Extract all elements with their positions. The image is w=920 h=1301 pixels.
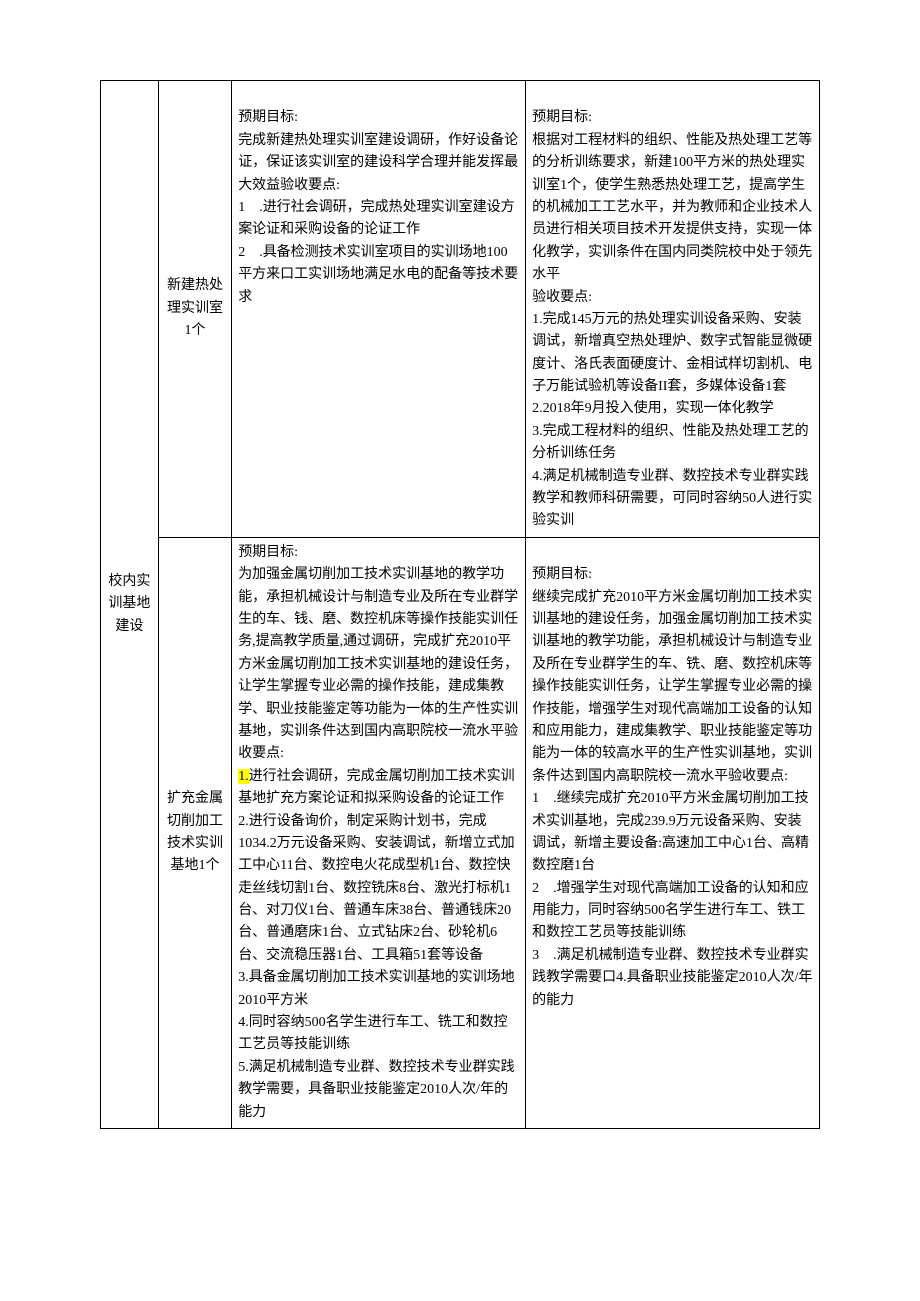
category-text: 校内实训基地建设	[108, 574, 150, 634]
table-row: 校内实训基地建设 新建热处理实训室1个 预期目标: 完成新建热处理实训室建设调研…	[101, 81, 820, 538]
content-highlight-line: 1.进行社会调研，完成金属切削加工技术实训基地扩充方案论证和拟采购设备的论证工作	[238, 766, 519, 811]
right-content-text: 预期目标: 根据对工程材料的组织、性能及热处理工艺等的分析训练要求，新建100平…	[532, 110, 812, 528]
left-content-cell: 预期目标: 完成新建热处理实训室建设调研，作好设备论证，保证该实训室的建设科学合…	[232, 81, 526, 538]
right-content-cell: 预期目标: 根据对工程材料的组织、性能及热处理工艺等的分析训练要求，新建100平…	[526, 81, 820, 538]
right-content-text: 预期目标: 继续完成扩充2010平方米金属切削加工技术实训基地的建设任务，加强金…	[532, 567, 812, 1007]
table-row: 扩充金属切削加工技术实训基地1个 预期目标: 为加强金属切削加工技术实训基地的教…	[101, 537, 820, 1128]
left-content-text: 预期目标: 完成新建热处理实训室建设调研，作好设备论证，保证该实训室的建设科学合…	[238, 110, 518, 304]
item-name-text: 扩充金属切削加工技术实训基地1个	[167, 791, 223, 873]
main-table: 校内实训基地建设 新建热处理实训室1个 预期目标: 完成新建热处理实训室建设调研…	[100, 80, 820, 1129]
item-name-text: 新建热处理实训室1个	[167, 278, 223, 338]
right-content-cell: 预期目标: 继续完成扩充2010平方米金属切削加工技术实训基地的建设任务，加强金…	[526, 537, 820, 1128]
item-name-cell: 新建热处理实训室1个	[158, 81, 231, 538]
highlighted-text: 1.	[238, 769, 249, 784]
item-name-cell: 扩充金属切削加工技术实训基地1个	[158, 537, 231, 1128]
after-highlight-text: 进行社会调研，完成金属切削加工技术实训基地扩充方案论证和拟采购设备的论证工作	[238, 769, 515, 806]
category-cell: 校内实训基地建设	[101, 81, 159, 1129]
left-content-cell: 预期目标: 为加强金属切削加工技术实训基地的教学功能，承担机械设计与制造专业及所…	[232, 537, 526, 1128]
content-top: 预期目标: 为加强金属切削加工技术实训基地的教学功能，承担机械设计与制造专业及所…	[238, 542, 519, 766]
content-rest: 2.进行设备询价，制定采购计划书，完成1034.2万元设备采购、安装调试，新增立…	[238, 811, 519, 1124]
